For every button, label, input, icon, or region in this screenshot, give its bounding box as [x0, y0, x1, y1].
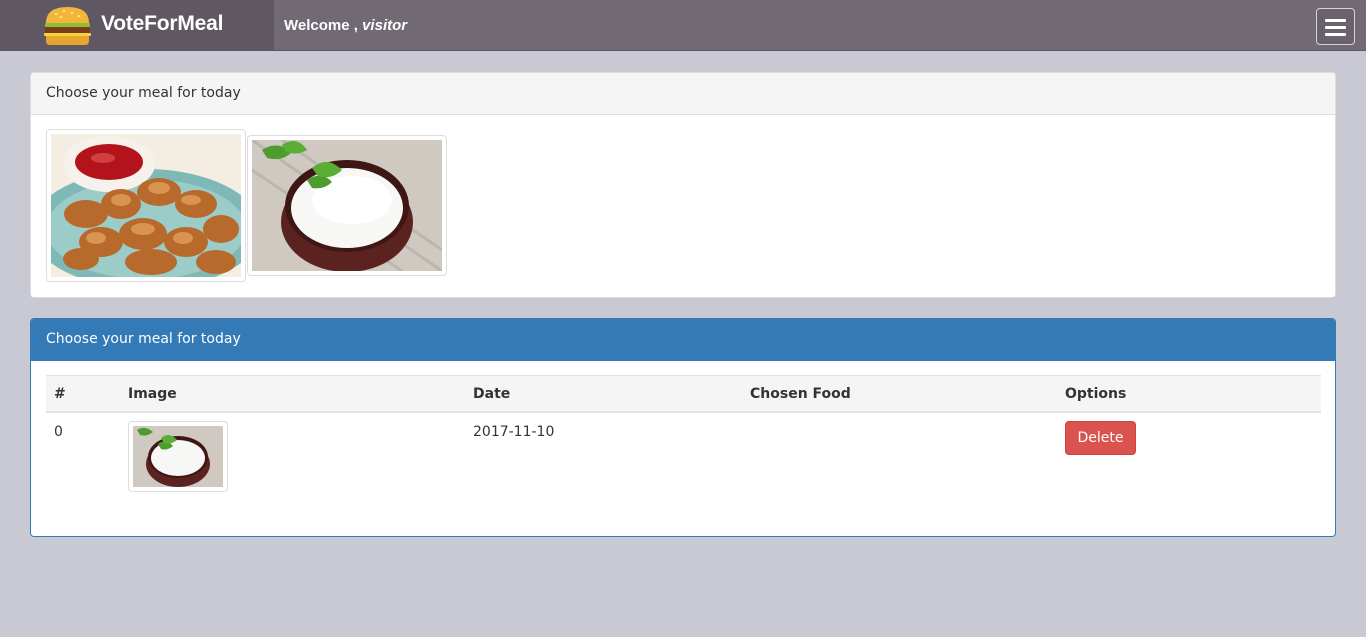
welcome-prefix: Welcome , — [284, 17, 358, 34]
navbar: VoteForMeal Welcome , visitor — [0, 0, 1366, 51]
column-header-options: Options — [1065, 386, 1127, 402]
table-header: # Image Date Chosen Food Options — [46, 375, 1321, 413]
row-date: 2017-11-10 — [473, 424, 555, 440]
brand-name: VoteForMeal — [101, 12, 224, 35]
column-header-image: Image — [128, 386, 177, 402]
rice-bowl-image — [133, 426, 223, 487]
brand-box[interactable]: VoteForMeal — [0, 0, 274, 51]
table-row: 0 2017-11-10 Delete — [46, 413, 1321, 497]
votes-panel: Choose your meal for today # Image Date … — [30, 318, 1336, 537]
votes-panel-title: Choose your meal for today — [31, 319, 1335, 361]
rice-bowl-image — [252, 140, 442, 271]
meal-option-nuggets[interactable] — [46, 129, 246, 282]
burger-icon — [44, 7, 91, 45]
row-index: 0 — [54, 424, 63, 440]
menu-toggle-button[interactable] — [1316, 8, 1355, 45]
meal-choice-panel: Choose your meal for today — [30, 72, 1336, 298]
meal-choice-panel-title: Choose your meal for today — [31, 73, 1335, 115]
meal-option-rice[interactable] — [247, 135, 447, 276]
column-header-index: # — [54, 386, 66, 402]
username: visitor — [362, 17, 408, 34]
column-header-chosen-food: Chosen Food — [750, 386, 851, 402]
delete-button[interactable]: Delete — [1065, 421, 1136, 455]
votes-table: # Image Date Chosen Food Options 0 2017-… — [46, 375, 1321, 497]
welcome-text: Welcome , visitor — [284, 17, 407, 34]
column-header-date: Date — [473, 386, 511, 402]
chicken-nuggets-image — [51, 134, 241, 277]
row-image — [128, 421, 228, 492]
